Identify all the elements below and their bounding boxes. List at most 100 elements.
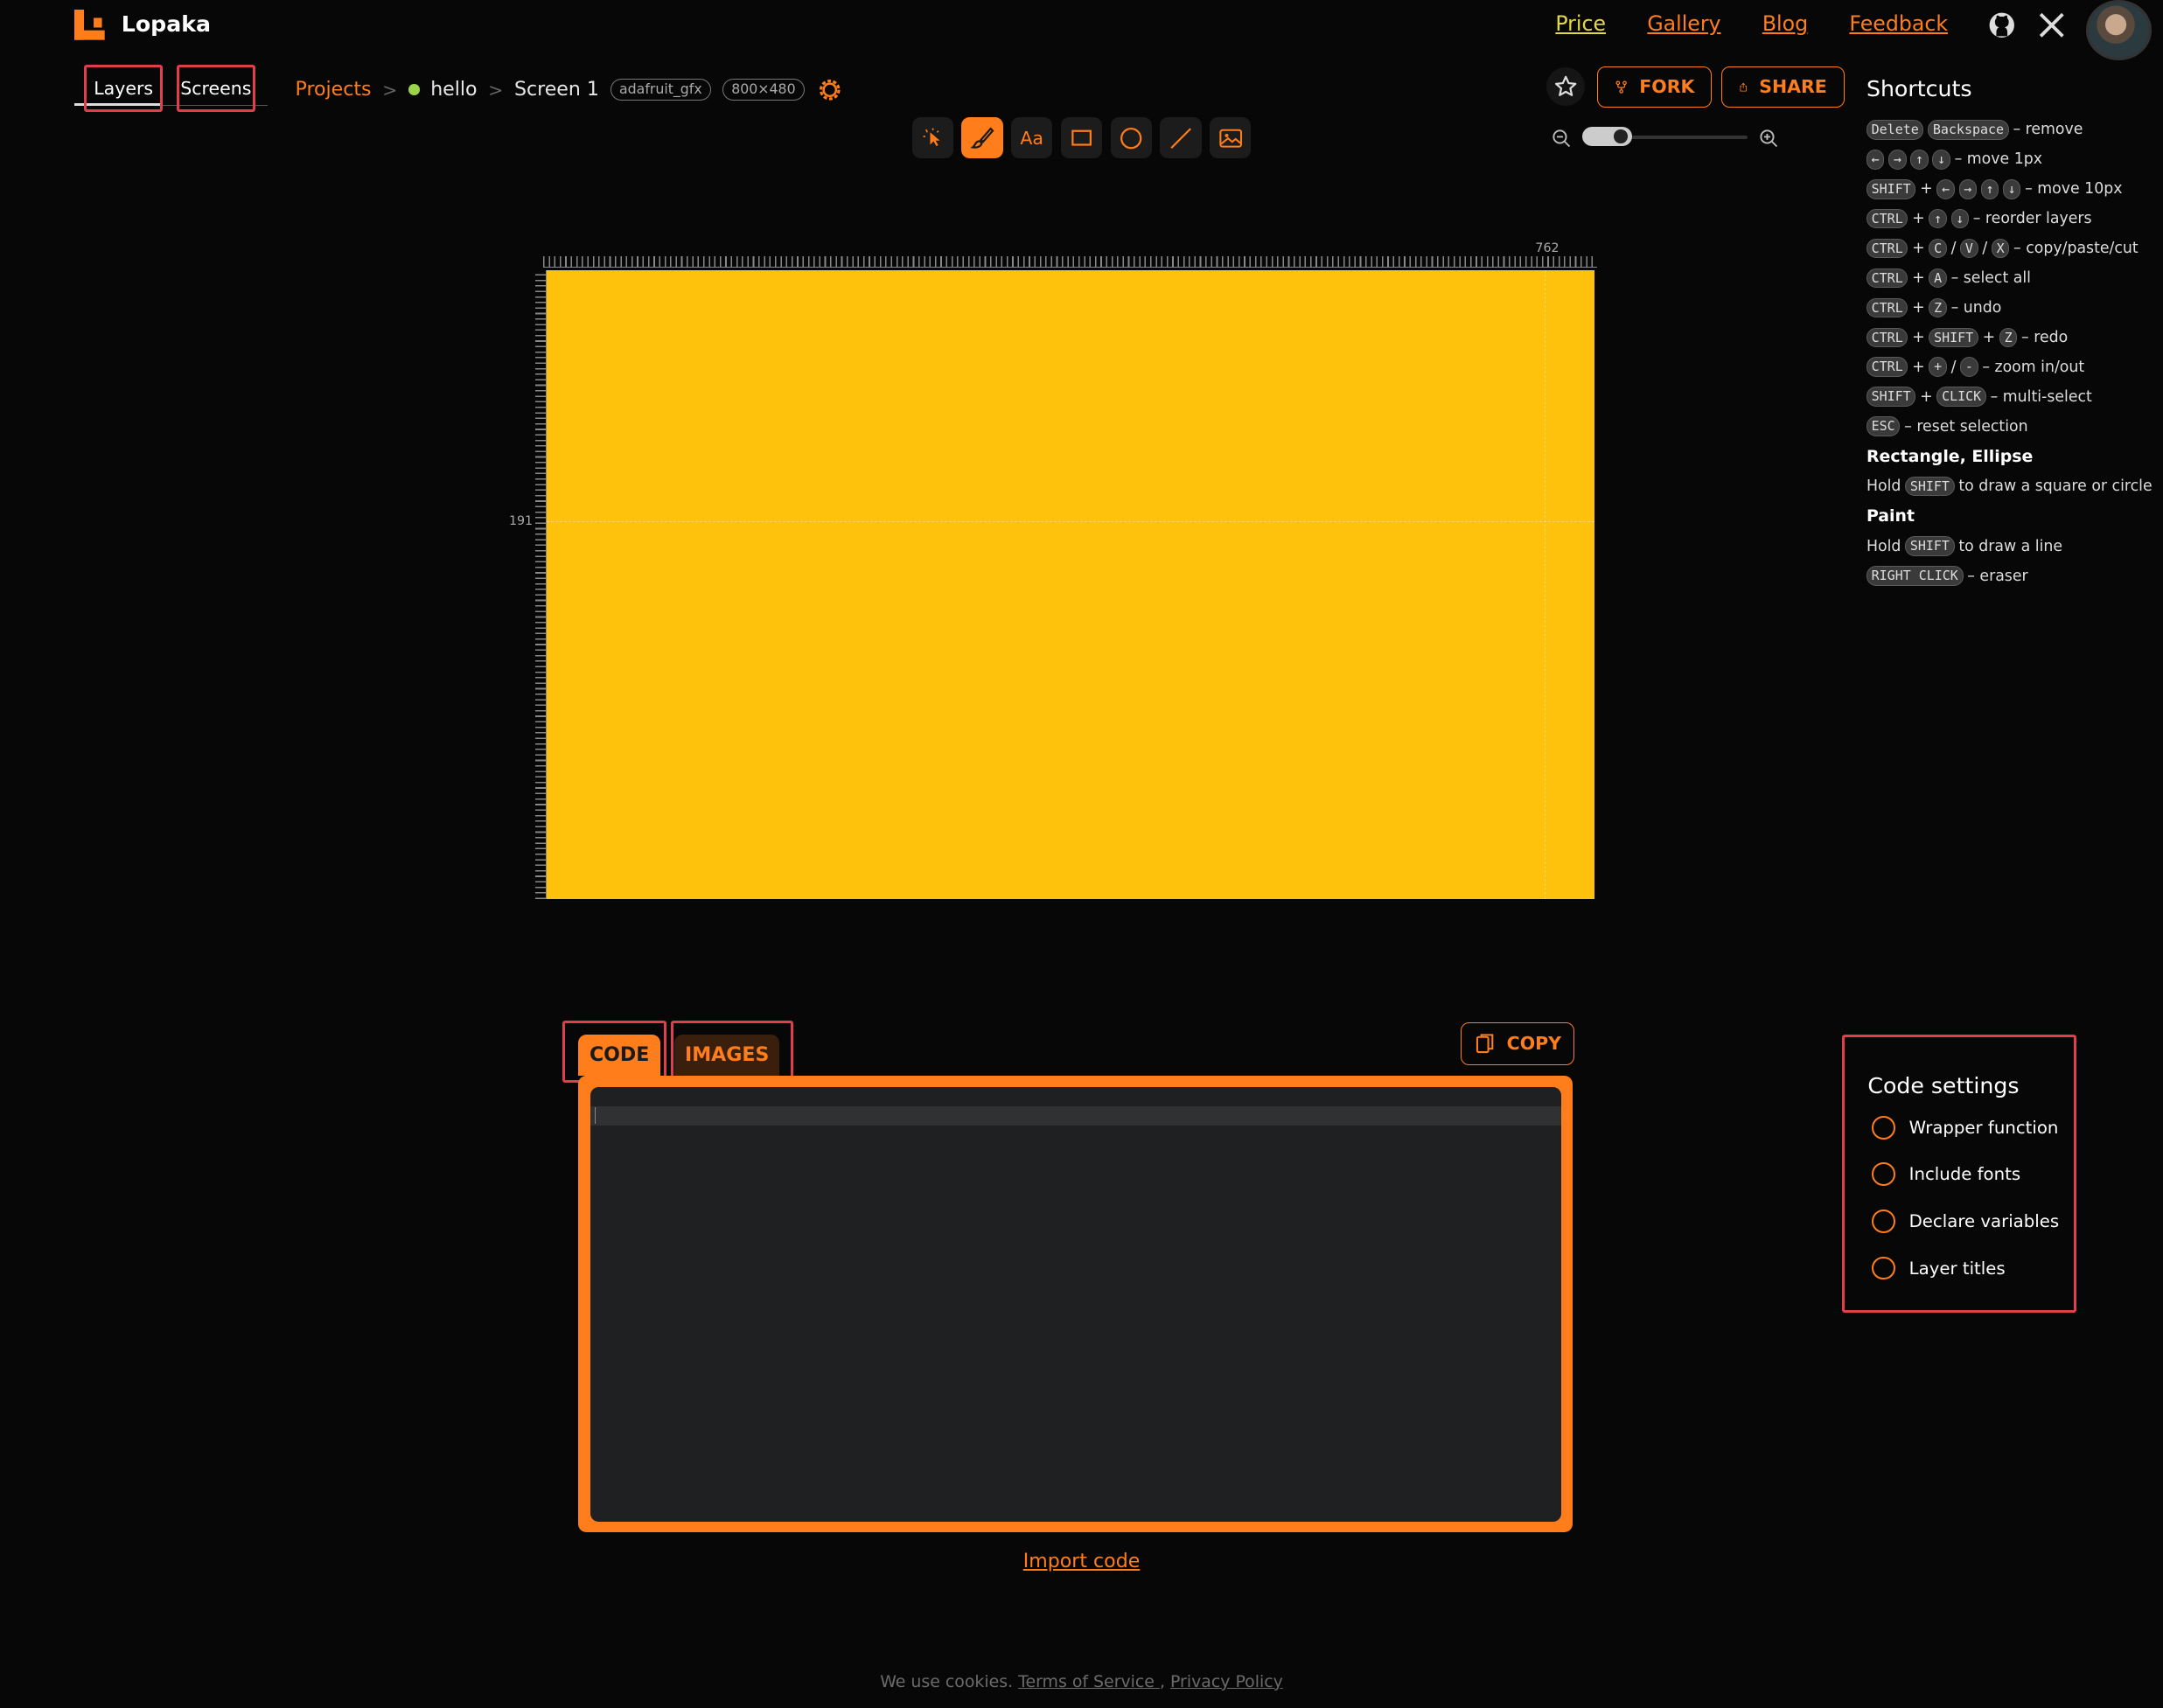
tab-screens[interactable]: Screens <box>176 65 255 112</box>
text-icon: Aa <box>1020 127 1043 149</box>
key-up-arrow: ↑ <box>1910 150 1929 170</box>
key-down-arrow: ↓ <box>1950 208 1970 229</box>
import-code-link[interactable]: Import code <box>1023 1551 1141 1572</box>
privacy-link[interactable]: Privacy Policy <box>1170 1672 1283 1691</box>
key-ctrl: CTRL <box>1866 208 1908 229</box>
tab-images[interactable]: IMAGES <box>674 1034 780 1077</box>
zoom-control <box>1552 124 1778 152</box>
fork-button[interactable]: FORK <box>1597 66 1713 108</box>
ruler-y-readout: 191 <box>508 514 534 529</box>
select-icon <box>923 128 940 147</box>
key-up-arrow: ↑ <box>1929 208 1947 229</box>
shortcut-section-title: Paint <box>1866 506 1915 526</box>
fork-icon <box>1615 80 1628 94</box>
vertical-ruler <box>534 270 547 900</box>
zoom-slider-thumb[interactable] <box>1582 127 1632 147</box>
terms-link[interactable]: Terms of Service <box>1018 1672 1160 1691</box>
shortcut-desc: – reset selection <box>1904 417 2028 436</box>
key-right-click: RIGHT CLICK <box>1866 566 1964 586</box>
ruler-x-readout: 762 <box>1535 241 1559 255</box>
shortcut-row: Delete Backspace – remove <box>1866 115 2156 145</box>
key-x: X <box>1991 238 2010 259</box>
key-minus: - <box>1960 357 1978 377</box>
x-twitter-icon[interactable] <box>2038 11 2066 39</box>
nav-gallery-link[interactable]: Gallery <box>1647 11 1720 36</box>
shortcut-desc: – reorder layers <box>1972 210 2092 228</box>
shortcut-desc: – remove <box>2013 121 2083 139</box>
tab-code[interactable]: CODE <box>577 1034 661 1077</box>
footer-separator: , <box>1159 1671 1165 1691</box>
github-icon[interactable] <box>1988 11 2016 39</box>
checkbox[interactable] <box>1872 1256 1895 1280</box>
top-nav: Price Gallery Blog Feedback <box>1555 11 1948 36</box>
star-icon <box>1554 75 1577 97</box>
key-ctrl: CTRL <box>1866 327 1908 348</box>
lopaka-logo-icon <box>74 10 105 40</box>
option-declare-variables[interactable]: Declare variables <box>1872 1210 2059 1233</box>
text-tool-button[interactable]: Aa <box>1011 117 1053 159</box>
breadcrumb-project-name[interactable]: hello <box>430 79 477 101</box>
option-include-fonts[interactable]: Include fonts <box>1872 1162 2021 1187</box>
drawing-canvas[interactable] <box>546 270 1595 900</box>
shortcuts-title: Shortcuts <box>1866 75 1972 101</box>
shortcut-desc: – redo <box>2021 328 2069 346</box>
settings-gear-icon[interactable] <box>816 76 844 104</box>
tab-layers[interactable]: Layers <box>84 65 164 112</box>
paint-tool-button[interactable] <box>961 117 1003 159</box>
shortcuts-panel: Shortcuts Delete Backspace – remove ← → … <box>1866 76 2156 591</box>
chevron-right-icon: > <box>488 79 504 101</box>
breadcrumb-projects-link[interactable]: Projects <box>296 79 372 101</box>
code-editor[interactable] <box>590 1086 1562 1522</box>
code-settings-title: Code settings <box>1867 1072 2020 1098</box>
nav-feedback-link[interactable]: Feedback <box>1849 11 1948 36</box>
key-shift: SHIFT <box>1905 476 1955 497</box>
favorite-button[interactable] <box>1546 67 1586 107</box>
copy-code-button[interactable]: COPY <box>1461 1021 1574 1065</box>
fork-label: FORK <box>1639 76 1695 98</box>
image-tool-button[interactable] <box>1210 117 1252 159</box>
key-down-arrow: ↓ <box>2002 179 2021 199</box>
rectangle-icon <box>1071 129 1092 146</box>
shortcut-row: RIGHT CLICK – eraser <box>1866 561 2156 591</box>
shortcut-row: Hold SHIFT to draw a line <box>1866 532 2156 561</box>
shortcut-row: CTRL + + / - – zoom in/out <box>1866 352 2156 382</box>
key-up-arrow: ↑ <box>1980 179 1999 199</box>
key-left-arrow: ← <box>1866 150 1885 170</box>
select-tool-button[interactable] <box>911 117 953 159</box>
zoom-out-icon[interactable] <box>1552 129 1571 148</box>
option-label: Wrapper function <box>1908 1117 2059 1138</box>
resolution-badge: 800×480 <box>722 79 806 101</box>
ellipse-tool-button[interactable] <box>1110 117 1152 159</box>
line-tool-button[interactable] <box>1160 117 1202 159</box>
text-caret <box>594 1107 597 1125</box>
key-right-arrow: → <box>1958 179 1978 199</box>
key-ctrl: CTRL <box>1866 268 1908 289</box>
option-label: Include fonts <box>1908 1164 2021 1185</box>
checkbox[interactable] <box>1872 1115 1895 1140</box>
key-ctrl: CTRL <box>1866 297 1908 318</box>
share-button[interactable]: SHARE <box>1721 66 1845 108</box>
key-ctrl: CTRL <box>1866 238 1908 259</box>
key-shift: SHIFT <box>1905 536 1955 556</box>
checkbox[interactable] <box>1872 1162 1895 1187</box>
rectangle-tool-button[interactable] <box>1060 117 1103 159</box>
zoom-in-icon[interactable] <box>1759 129 1778 148</box>
zoom-slider[interactable] <box>1582 124 1748 152</box>
shortcut-row: ← → ↑ ↓ – move 1px <box>1866 144 2156 174</box>
shortcut-row: ESC – reset selection <box>1866 412 2156 442</box>
line-icon <box>1170 127 1191 149</box>
key-right-arrow: → <box>1888 150 1907 170</box>
user-avatar[interactable] <box>2085 0 2153 61</box>
nav-price-link[interactable]: Price <box>1555 11 1606 36</box>
option-wrapper-function[interactable]: Wrapper function <box>1872 1115 2059 1140</box>
paint-brush-icon <box>970 127 994 149</box>
key-shift: SHIFT <box>1866 387 1916 407</box>
active-line-highlight <box>590 1105 1562 1126</box>
checkbox[interactable] <box>1872 1210 1895 1233</box>
breadcrumb-screen-name[interactable]: Screen 1 <box>514 79 599 101</box>
shortcut-row: CTRL + C / V / X – copy/paste/cut <box>1866 234 2156 263</box>
nav-blog-link[interactable]: Blog <box>1762 11 1808 36</box>
option-layer-titles[interactable]: Layer titles <box>1872 1256 2006 1280</box>
shortcut-desc: – multi-select <box>1990 387 2092 406</box>
shortcut-row: SHIFT + ← → ↑ ↓ – move 10px <box>1866 174 2156 204</box>
